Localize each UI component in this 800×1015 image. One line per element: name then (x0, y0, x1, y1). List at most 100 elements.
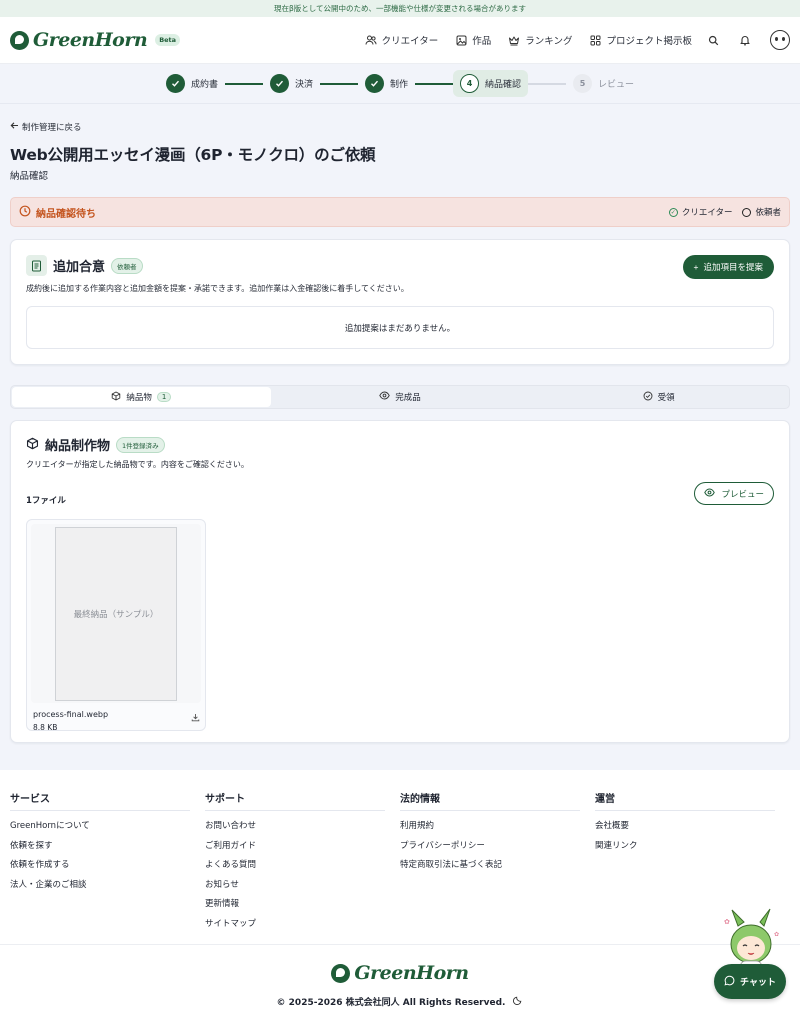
tab-receipt[interactable]: 受領 (529, 387, 788, 407)
footer-col-support: サポート お問い合わせ ご利用ガイド よくある質問 お知らせ 更新情報 サイトマ… (205, 790, 400, 936)
footer-link[interactable]: 利用規約 (400, 819, 595, 831)
file-card[interactable]: 最終納品（サンプル） process-final.webp 8.8 KB (26, 519, 206, 732)
check-icon (364, 74, 384, 93)
download-icon[interactable] (191, 712, 200, 725)
footer-link[interactable]: GreenHornについて (10, 819, 205, 831)
page-subtitle: 納品確認 (10, 171, 49, 182)
nav-works-label: 作品 (472, 36, 492, 47)
deliverables-header: 納品制作物 1件登録済み (26, 435, 774, 454)
client-status-label: 依頼者 (755, 208, 781, 218)
nav-ranking[interactable]: ランキング (507, 33, 572, 47)
step-delivery-check: 4 納品確認 (453, 70, 529, 97)
footer-link[interactable]: サイトマップ (205, 917, 400, 929)
bell-icon[interactable] (738, 33, 752, 47)
status-bar: 納品確認待ち ✓ クリエイター 依頼者 (10, 197, 790, 227)
plus-icon: + (693, 262, 699, 272)
file-thumbnail-area: 最終納品（サンプル） (31, 524, 201, 703)
footer-link[interactable]: 依頼を作成する (10, 858, 205, 870)
footer-link[interactable]: プライバシーポリシー (400, 839, 595, 851)
nav-project-board[interactable]: プロジェクト掲示板 (588, 33, 692, 47)
site-header: GreenHorn Beta クリエイター 作品 ランキング プロジェクト掲示板 (0, 17, 800, 64)
page-title: Web公開用エッセイ漫画（6P・モノクロ）のご依頼 (10, 146, 376, 164)
users-icon (364, 33, 378, 47)
footer-columns: サービス GreenHornについて 依頼を探す 依頼を作成する 法人・企業のご… (10, 790, 790, 936)
client-status: 依頼者 (742, 206, 781, 218)
footer-col-title: サービス (10, 790, 190, 811)
tab-label: 完成品 (395, 393, 421, 403)
package-icon (26, 437, 39, 453)
deliverables-title: 納品制作物 (45, 439, 111, 454)
step-connector (319, 82, 358, 85)
file-name: process-final.webp (33, 710, 109, 719)
copyright: © 2025-2026 株式会社同人 All Rights Reserved. (10, 995, 790, 1008)
footer-col-title: 法的情報 (400, 790, 580, 811)
file-size: 8.8 KB (33, 723, 58, 732)
beta-banner: 現在β版として公開中のため、一部機能や仕様が変更される場合があります (0, 0, 800, 17)
footer-logo-text: GreenHorn (354, 962, 469, 984)
step-label: 決済 (294, 80, 313, 90)
crown-icon (507, 33, 521, 47)
back-link[interactable]: 制作管理に戻る (10, 104, 790, 133)
tab-label: 納品物 (126, 393, 152, 403)
site-logo[interactable]: GreenHorn Beta (10, 29, 181, 51)
additional-agreement-card: 追加合意 依頼者 成約後に追加する作業内容と追加金額を提案・承諾できます。追加作… (10, 239, 790, 365)
file-thumbnail[interactable]: 最終納品（サンプル） (55, 526, 177, 701)
svg-text:✿: ✿ (774, 931, 779, 938)
footer-link[interactable]: よくある質問 (205, 858, 400, 870)
footer-link[interactable]: 特定商取引法に基づく表記 (400, 858, 595, 870)
check-icon (269, 74, 289, 93)
search-icon[interactable] (706, 33, 720, 47)
nav-works[interactable]: 作品 (454, 33, 491, 47)
step-connector (224, 82, 263, 85)
footer-link[interactable]: お問い合わせ (205, 819, 400, 831)
nav-project-board-label: プロジェクト掲示板 (606, 36, 692, 47)
footer-link[interactable]: 法人・企業のご相談 (10, 878, 205, 890)
tab-finished[interactable]: 完成品 (271, 387, 530, 407)
check-circle-icon (643, 391, 653, 404)
moon-icon[interactable] (513, 995, 523, 1008)
package-icon (111, 391, 121, 404)
user-avatar[interactable] (770, 30, 790, 50)
preview-button[interactable]: プレビュー (694, 482, 774, 505)
svg-text:✿: ✿ (724, 918, 730, 926)
check-icon (165, 74, 185, 93)
header-actions (706, 30, 790, 50)
chat-button[interactable]: チャット (714, 964, 786, 999)
nav-ranking-label: ランキング (525, 36, 573, 47)
footer-col-legal: 法的情報 利用規約 プライバシーポリシー 特定商取引法に基づく表記 (400, 790, 595, 936)
step-payment: 決済 (263, 70, 320, 97)
footer-col-title: サポート (205, 790, 385, 811)
addon-description: 成約後に追加する作業内容と追加金額を提案・承諾できます。追加作業は入金確認後に着… (26, 284, 409, 293)
preview-button-label: プレビュー (721, 488, 764, 499)
footer-link[interactable]: ご利用ガイド (205, 839, 400, 851)
copyright-text: © 2025-2026 株式会社同人 All Rights Reserved. (276, 998, 506, 1008)
delivery-tabs: 納品物 1 完成品 受領 (10, 385, 790, 409)
status-text: 納品確認待ち (36, 208, 96, 220)
step-number: 5 (573, 74, 593, 93)
creator-status-label: クリエイター (681, 208, 733, 218)
tab-deliverables[interactable]: 納品物 1 (12, 387, 271, 407)
footer-logo[interactable]: GreenHorn (10, 962, 790, 984)
step-label: レビュー (598, 80, 635, 90)
nav-creators[interactable]: クリエイター (364, 33, 438, 47)
back-link-label: 制作管理に戻る (22, 123, 82, 133)
circle-icon (742, 207, 752, 217)
footer-link[interactable]: 依頼を探す (10, 839, 205, 851)
footer-link[interactable]: 会社概要 (595, 819, 790, 831)
chat-bubble-icon (724, 975, 735, 989)
footer-link[interactable]: 更新情報 (205, 897, 400, 909)
tab-label: 受領 (657, 393, 675, 403)
arrow-left-icon (10, 121, 19, 133)
main-nav: クリエイター 作品 ランキング プロジェクト掲示板 (364, 33, 692, 47)
step-connector (528, 82, 567, 85)
step-review: 5 レビュー (566, 70, 641, 97)
footer-col-service: サービス GreenHornについて 依頼を探す 依頼を作成する 法人・企業のご… (10, 790, 205, 936)
progress-steps: 成約書 決済 制作 4 納品確認 5 レビュー (0, 64, 800, 104)
footer-link[interactable]: 関連リンク (595, 839, 790, 851)
footer-divider (0, 944, 800, 945)
propose-addon-button[interactable]: + 追加項目を提案 (682, 255, 774, 279)
status-label: 納品確認待ち (19, 205, 96, 220)
step-label: 納品確認 (485, 80, 522, 90)
footer-link[interactable]: お知らせ (205, 878, 400, 890)
main-content: 制作管理に戻る Web公開用エッセイ漫画（6P・モノクロ）のご依頼 納品確認 納… (0, 104, 800, 770)
